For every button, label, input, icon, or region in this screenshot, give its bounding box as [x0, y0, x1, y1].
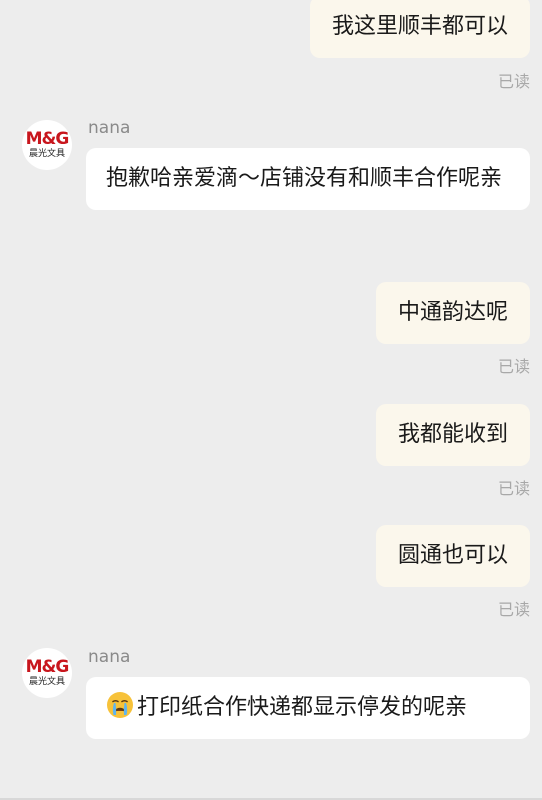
read-status-label: 已读 [497, 479, 530, 498]
message-text: 我这里顺丰都可以 [331, 14, 508, 39]
message-text: 圆通也可以 [397, 543, 508, 568]
message-text: 抱歉哈亲爱滴～店铺没有和顺丰合作呢亲 [106, 166, 503, 191]
message-bubble-other[interactable]: 打印纸合作快递都显示停发的呢亲 [86, 677, 530, 739]
brand-logo: M&G [25, 128, 70, 149]
message-bubble-self[interactable]: 中通韵达呢 [375, 282, 530, 344]
message-bubble-other[interactable]: 抱歉哈亲爱滴～店铺没有和顺丰合作呢亲 [86, 148, 530, 210]
brand-logo-subtitle: 晨光文具 [28, 148, 65, 159]
read-status-label: 已读 [497, 357, 530, 376]
message-text: 打印纸合作快递都显示停发的呢亲 [137, 695, 468, 720]
avatar[interactable]: M&G 晨光文具 [22, 648, 72, 698]
message-text: 我都能收到 [397, 422, 508, 447]
brand-logo-subtitle: 晨光文具 [28, 676, 65, 687]
message-bubble-self[interactable]: 我都能收到 [375, 404, 530, 466]
sender-name: nana [88, 647, 131, 667]
brand-logo: M&G [25, 656, 70, 677]
message-bubble-self[interactable]: 我这里顺丰都可以 [309, 0, 530, 58]
crying-face-icon [107, 692, 133, 718]
message-text: 中通韵达呢 [397, 300, 508, 325]
avatar[interactable]: M&G 晨光文具 [22, 120, 72, 170]
sender-name: nana [88, 118, 131, 138]
message-bubble-self[interactable]: 圆通也可以 [375, 525, 530, 587]
read-status-label: 已读 [497, 600, 530, 619]
read-status-label: 已读 [497, 72, 530, 91]
chat-screen: { "messages": [ { "id": 0, "side": "self… [0, 0, 542, 800]
